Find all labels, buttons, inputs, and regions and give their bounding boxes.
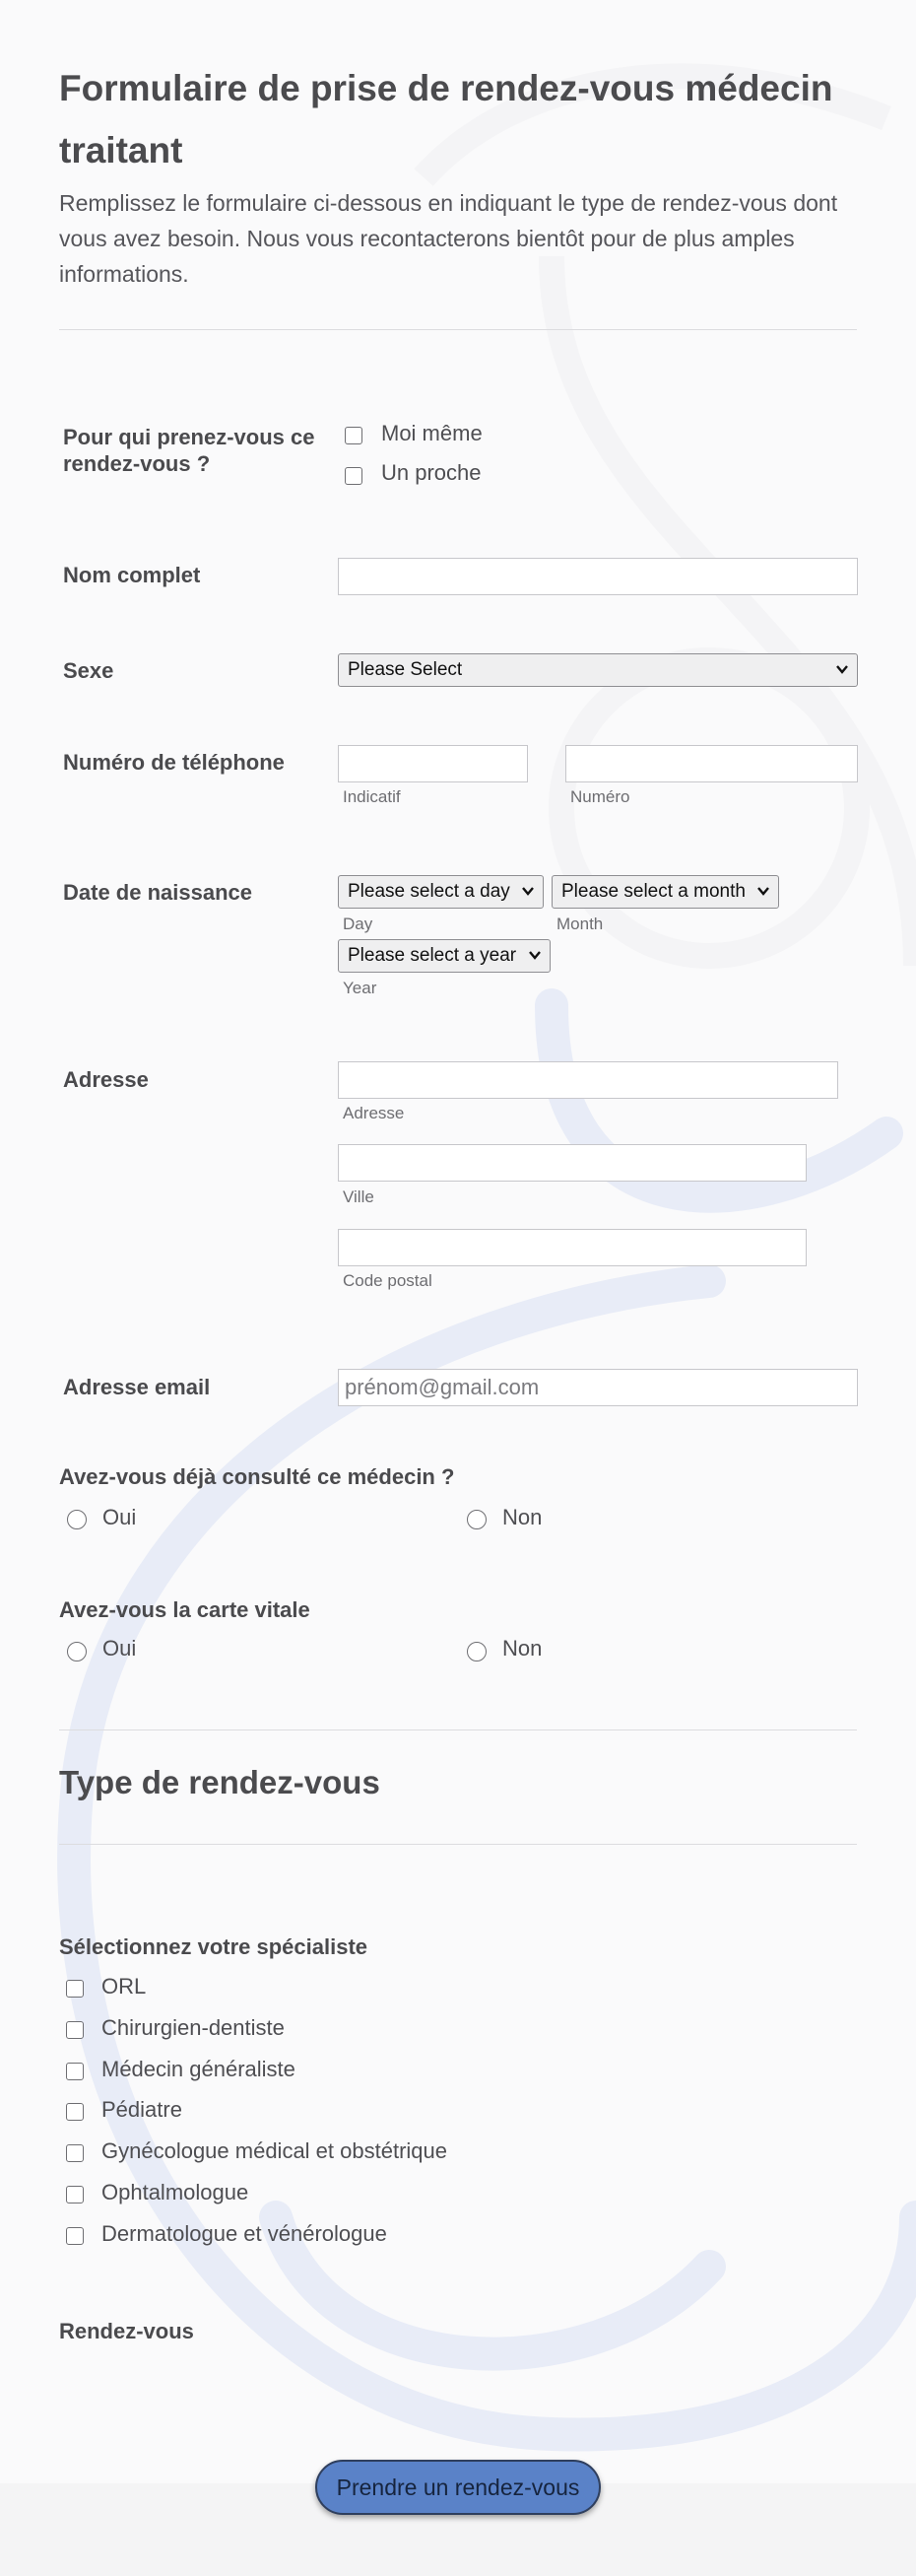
section-title: Type de rendez-vous bbox=[59, 1764, 380, 1800]
submit-button[interactable]: Prendre un rendez-vous bbox=[315, 2460, 601, 2515]
consulted-option-yes: Oui bbox=[102, 1505, 137, 1529]
specialist-checkbox-orl[interactable] bbox=[66, 1980, 84, 1998]
specialist-option-pediatrician: Pédiatre bbox=[101, 2097, 182, 2122]
who-option-self: Moi même bbox=[381, 421, 483, 445]
address-city-input[interactable] bbox=[338, 1144, 807, 1182]
chevron-down-icon bbox=[836, 665, 848, 674]
consulted-question: Avez-vous déjà consulté ce médecin ? bbox=[59, 1464, 455, 1489]
specialist-option-ophthalmologist: Ophtalmologue bbox=[101, 2180, 249, 2204]
fullname-label: Nom complet bbox=[63, 563, 201, 587]
vitale-radio-yes[interactable] bbox=[67, 1642, 87, 1661]
consulted-radio-no[interactable] bbox=[467, 1510, 487, 1529]
address-label: Adresse bbox=[63, 1067, 149, 1092]
who-checkbox-self[interactable] bbox=[345, 427, 362, 444]
address-zip-sublabel: Code postal bbox=[343, 1271, 432, 1290]
specialist-checkbox-generalist[interactable] bbox=[66, 2063, 84, 2080]
phone-number-input[interactable] bbox=[565, 745, 858, 782]
specialist-checkbox-dermatologist[interactable] bbox=[66, 2227, 84, 2245]
consulted-option-no: Non bbox=[502, 1505, 543, 1529]
specialist-option-dentist: Chirurgien-dentiste bbox=[101, 2015, 285, 2040]
chevron-down-icon bbox=[529, 951, 541, 960]
specialist-checkbox-pediatrician[interactable] bbox=[66, 2103, 84, 2121]
page-subtitle: Remplissez le formulaire ci-dessous en i… bbox=[59, 190, 838, 287]
phone-label: Numéro de téléphone bbox=[63, 750, 285, 775]
section-title-divider bbox=[59, 1844, 857, 1845]
chevron-down-icon bbox=[522, 887, 534, 896]
section-divider bbox=[59, 1729, 857, 1730]
specialist-option-gynecologist: Gynécologue médical et obstétrique bbox=[101, 2138, 447, 2163]
page-title: Formulaire de prise de rendez-vous médec… bbox=[59, 68, 833, 170]
phone-code-sublabel: Indicatif bbox=[343, 787, 401, 806]
address-street-input[interactable] bbox=[338, 1061, 838, 1099]
vitale-radio-no[interactable] bbox=[467, 1642, 487, 1661]
birth-year-select-value: Please select a year bbox=[348, 945, 517, 966]
birth-day-select[interactable]: Please select a day bbox=[338, 875, 544, 909]
birth-day-select-value: Please select a day bbox=[348, 881, 510, 902]
phone-code-input[interactable] bbox=[338, 745, 528, 782]
email-label: Adresse email bbox=[63, 1375, 211, 1399]
birth-year-select[interactable]: Please select a year bbox=[338, 939, 551, 973]
consulted-radio-yes[interactable] bbox=[67, 1510, 87, 1529]
specialist-checkbox-gynecologist[interactable] bbox=[66, 2144, 84, 2162]
vitale-question: Avez-vous la carte vitale bbox=[59, 1597, 310, 1622]
phone-number-sublabel: Numéro bbox=[570, 787, 630, 806]
address-street-sublabel: Adresse bbox=[343, 1104, 405, 1122]
birthdate-label: Date de naissance bbox=[63, 880, 252, 905]
specialist-option-dermatologist: Dermatologue et vénérologue bbox=[101, 2221, 387, 2246]
birth-month-select-value: Please select a month bbox=[561, 881, 746, 902]
address-zip-input[interactable] bbox=[338, 1229, 807, 1266]
vitale-option-yes: Oui bbox=[102, 1636, 137, 1661]
sex-select[interactable]: Please Select bbox=[338, 653, 858, 687]
email-input[interactable]: prénom@gmail.com bbox=[338, 1369, 858, 1406]
birth-month-select[interactable]: Please select a month bbox=[552, 875, 779, 909]
who-label: Pour qui prenez-vous ce rendez-vous ? bbox=[63, 425, 315, 476]
specialist-checkbox-ophthalmologist[interactable] bbox=[66, 2186, 84, 2203]
specialist-question: Sélectionnez votre spécialiste bbox=[59, 1934, 368, 1959]
sex-label: Sexe bbox=[63, 658, 114, 683]
who-option-relative: Un proche bbox=[381, 460, 482, 485]
who-checkbox-relative[interactable] bbox=[345, 467, 362, 485]
chevron-down-icon bbox=[757, 887, 769, 896]
header-divider bbox=[59, 329, 857, 330]
sex-select-value: Please Select bbox=[348, 659, 463, 680]
specialist-option-orl: ORL bbox=[101, 1974, 147, 1999]
birth-month-sublabel: Month bbox=[556, 915, 604, 933]
appointment-label: Rendez-vous bbox=[59, 2319, 194, 2343]
address-city-sublabel: Ville bbox=[343, 1187, 374, 1206]
specialist-option-generalist: Médecin généraliste bbox=[101, 2057, 295, 2081]
vitale-option-no: Non bbox=[502, 1636, 543, 1661]
birth-day-sublabel: Day bbox=[343, 915, 373, 933]
specialist-checkbox-dentist[interactable] bbox=[66, 2021, 84, 2039]
fullname-input[interactable] bbox=[338, 558, 858, 595]
birth-year-sublabel: Year bbox=[343, 979, 377, 997]
